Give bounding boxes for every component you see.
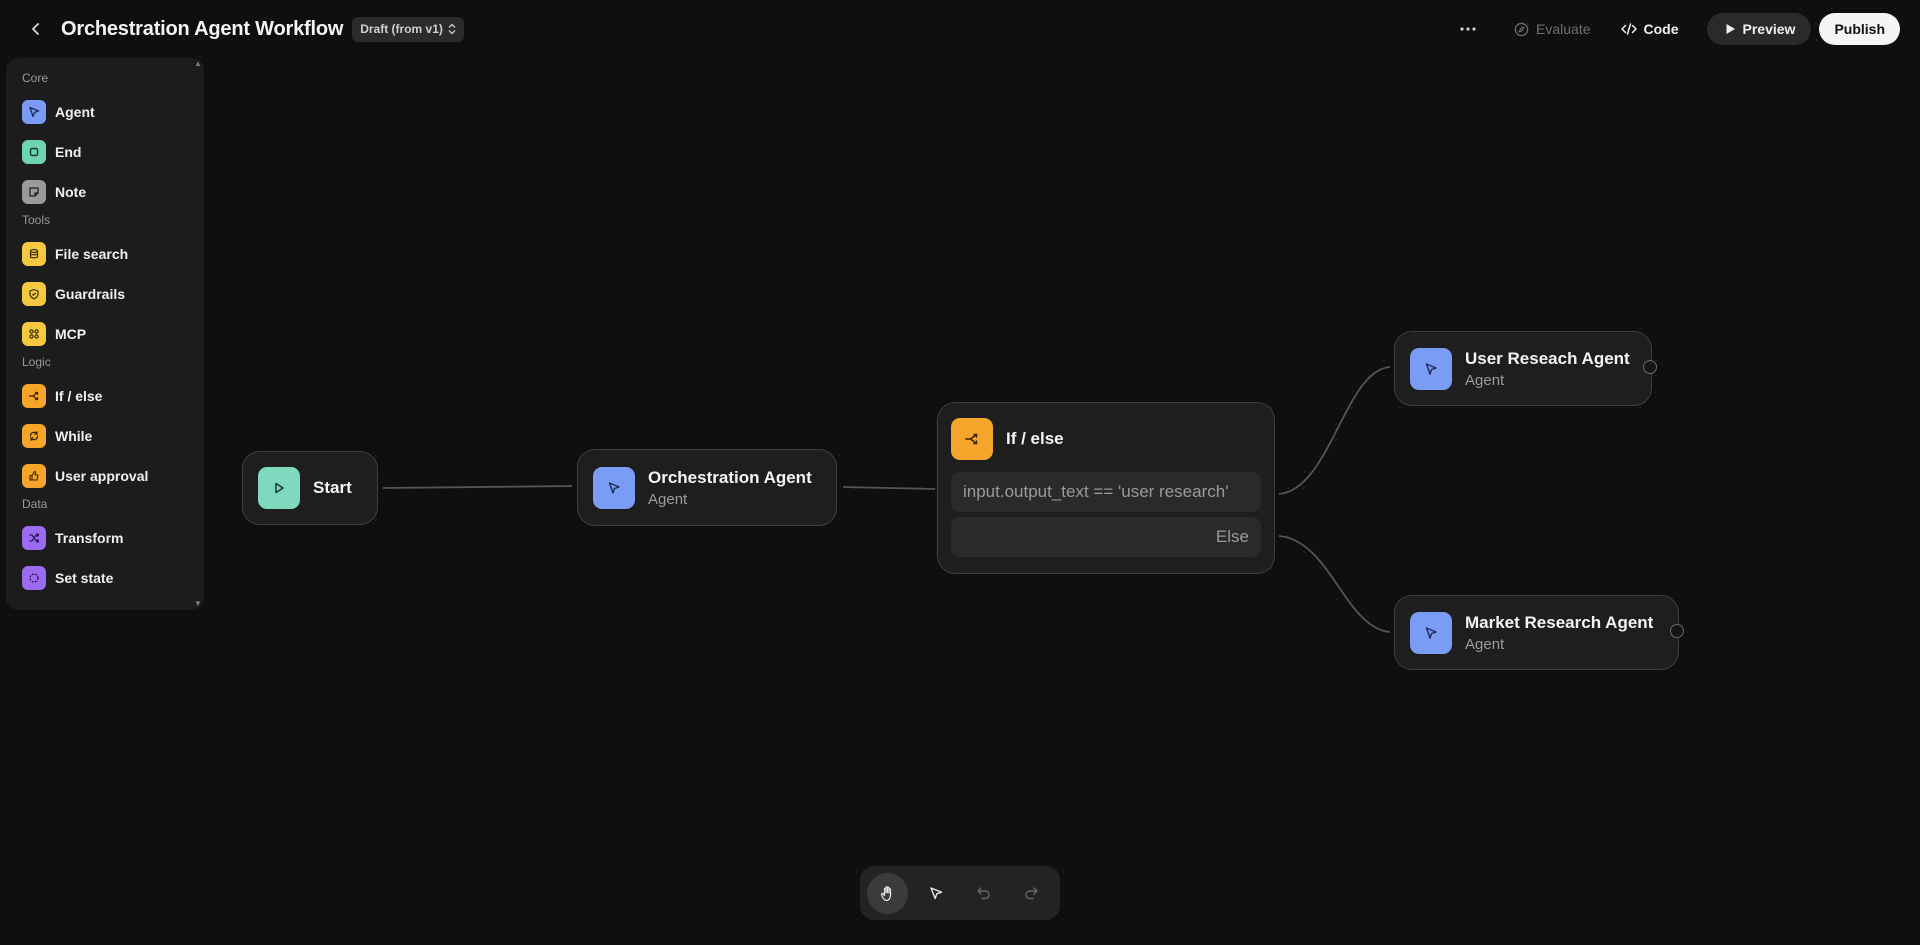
palette-item-guardrails[interactable]: Guardrails: [6, 274, 204, 314]
palette-item-agent[interactable]: Agent: [6, 92, 204, 132]
node-title: Start: [313, 478, 352, 497]
loop-icon: [22, 424, 46, 448]
ellipsis-icon: [1460, 27, 1476, 31]
top-bar: Orchestration Agent Workflow Draft (from…: [0, 0, 1920, 58]
palette-item-mcp[interactable]: MCP: [6, 314, 204, 354]
branch-icon: [951, 418, 993, 460]
palette-item-label: While: [55, 428, 93, 444]
play-icon: [258, 467, 300, 509]
palette-item-end[interactable]: End: [6, 132, 204, 172]
palette-item-file-search[interactable]: File search: [6, 234, 204, 274]
else-branch[interactable]: Else: [951, 517, 1261, 557]
code-button[interactable]: Code: [1609, 13, 1691, 45]
end-icon: [22, 140, 46, 164]
publish-button[interactable]: Publish: [1819, 13, 1900, 45]
node-palette[interactable]: ▲ Core Agent End Note Tools File search …: [6, 58, 204, 610]
palette-item-label: Transform: [55, 530, 124, 546]
agent-icon: [22, 100, 46, 124]
palette-item-label: Agent: [55, 104, 95, 120]
shuffle-icon: [22, 526, 46, 550]
output-port-market-research[interactable]: [1670, 624, 1684, 638]
redo-icon: [1025, 887, 1038, 900]
section-label-logic: Logic: [22, 355, 51, 369]
scroll-up-arrow[interactable]: ▲: [193, 58, 203, 68]
palette-item-label: Note: [55, 184, 87, 200]
undo-button[interactable]: [963, 873, 1004, 914]
section-label-core: Core: [22, 71, 49, 85]
node-title: User Reseach Agent: [1465, 348, 1630, 368]
if-else-header: If / else: [951, 418, 1261, 460]
canvas-toolbar: [860, 866, 1060, 920]
palette-item-label: Guardrails: [55, 286, 126, 302]
more-options-button[interactable]: [1452, 13, 1484, 45]
preview-button[interactable]: Preview: [1706, 13, 1812, 45]
back-button[interactable]: [22, 15, 50, 43]
evaluate-label: Evaluate: [1536, 21, 1591, 37]
evaluate-button[interactable]: Evaluate: [1502, 13, 1602, 45]
page-title: Orchestration Agent Workflow: [61, 17, 344, 40]
palette-item-user-approval[interactable]: User approval: [6, 456, 204, 496]
branch-icon: [22, 384, 46, 408]
version-dropdown[interactable]: Draft (from v1): [352, 16, 464, 42]
palette-item-transform[interactable]: Transform: [6, 518, 204, 558]
header-actions: Evaluate Code Preview Publish: [1452, 0, 1900, 58]
chevron-left-icon: [32, 23, 39, 35]
node-title: If / else: [1006, 429, 1064, 448]
select-tool-button[interactable]: [915, 873, 956, 914]
palette-item-set-state[interactable]: Set state: [6, 558, 204, 598]
redo-button[interactable]: [1011, 873, 1052, 914]
approval-icon: [22, 464, 46, 488]
node-subtitle: Agent: [648, 490, 688, 508]
shield-icon: [22, 282, 46, 306]
note-icon: [22, 180, 46, 204]
node-user-research-agent[interactable]: User Reseach Agent Agent: [1394, 331, 1652, 406]
agent-icon: [1410, 347, 1452, 390]
node-orchestration-agent[interactable]: Orchestration Agent Agent: [577, 449, 837, 526]
code-label: Code: [1643, 21, 1679, 37]
code-icon: [1620, 23, 1637, 35]
palette-item-while[interactable]: While: [6, 416, 204, 456]
version-label: Draft (from v1): [360, 22, 443, 36]
node-subtitle: Agent: [1465, 635, 1505, 653]
node-title: Market Research Agent: [1465, 612, 1654, 632]
palette-item-note[interactable]: Note: [6, 172, 204, 212]
node-start[interactable]: Start: [242, 451, 378, 525]
preview-label: Preview: [1742, 21, 1796, 37]
if-condition[interactable]: input.output_text == 'user research': [951, 472, 1261, 512]
palette-item-label: User approval: [55, 468, 149, 484]
undo-icon: [977, 887, 990, 900]
palette-item-label: File search: [55, 246, 129, 262]
compass-icon: [1514, 22, 1529, 36]
output-port-user-research[interactable]: [1643, 360, 1657, 374]
palette-item-label: Set state: [55, 570, 114, 586]
palette-item-label: MCP: [55, 326, 87, 342]
palette-item-label: End: [55, 144, 82, 160]
node-subtitle: Agent: [1465, 371, 1505, 389]
play-icon: [1726, 24, 1735, 34]
palette-item-label: If / else: [55, 388, 103, 404]
database-icon: [22, 242, 46, 266]
node-if-else[interactable]: If / else input.output_text == 'user res…: [937, 402, 1275, 574]
mcp-icon: [22, 322, 46, 346]
hand-icon: [880, 885, 891, 901]
section-label-tools: Tools: [22, 213, 51, 227]
cursor-icon: [929, 887, 942, 900]
agent-icon: [593, 466, 635, 509]
state-icon: [22, 566, 46, 590]
pan-tool-button[interactable]: [867, 872, 908, 914]
section-label-data: Data: [22, 497, 48, 511]
chevron-updown-icon: [448, 23, 456, 35]
scroll-down-arrow[interactable]: ▼: [193, 598, 203, 608]
agent-icon: [1410, 611, 1452, 654]
palette-item-if-else[interactable]: If / else: [6, 376, 204, 416]
node-title: Orchestration Agent: [648, 467, 812, 487]
node-market-research-agent[interactable]: Market Research Agent Agent: [1394, 595, 1679, 670]
